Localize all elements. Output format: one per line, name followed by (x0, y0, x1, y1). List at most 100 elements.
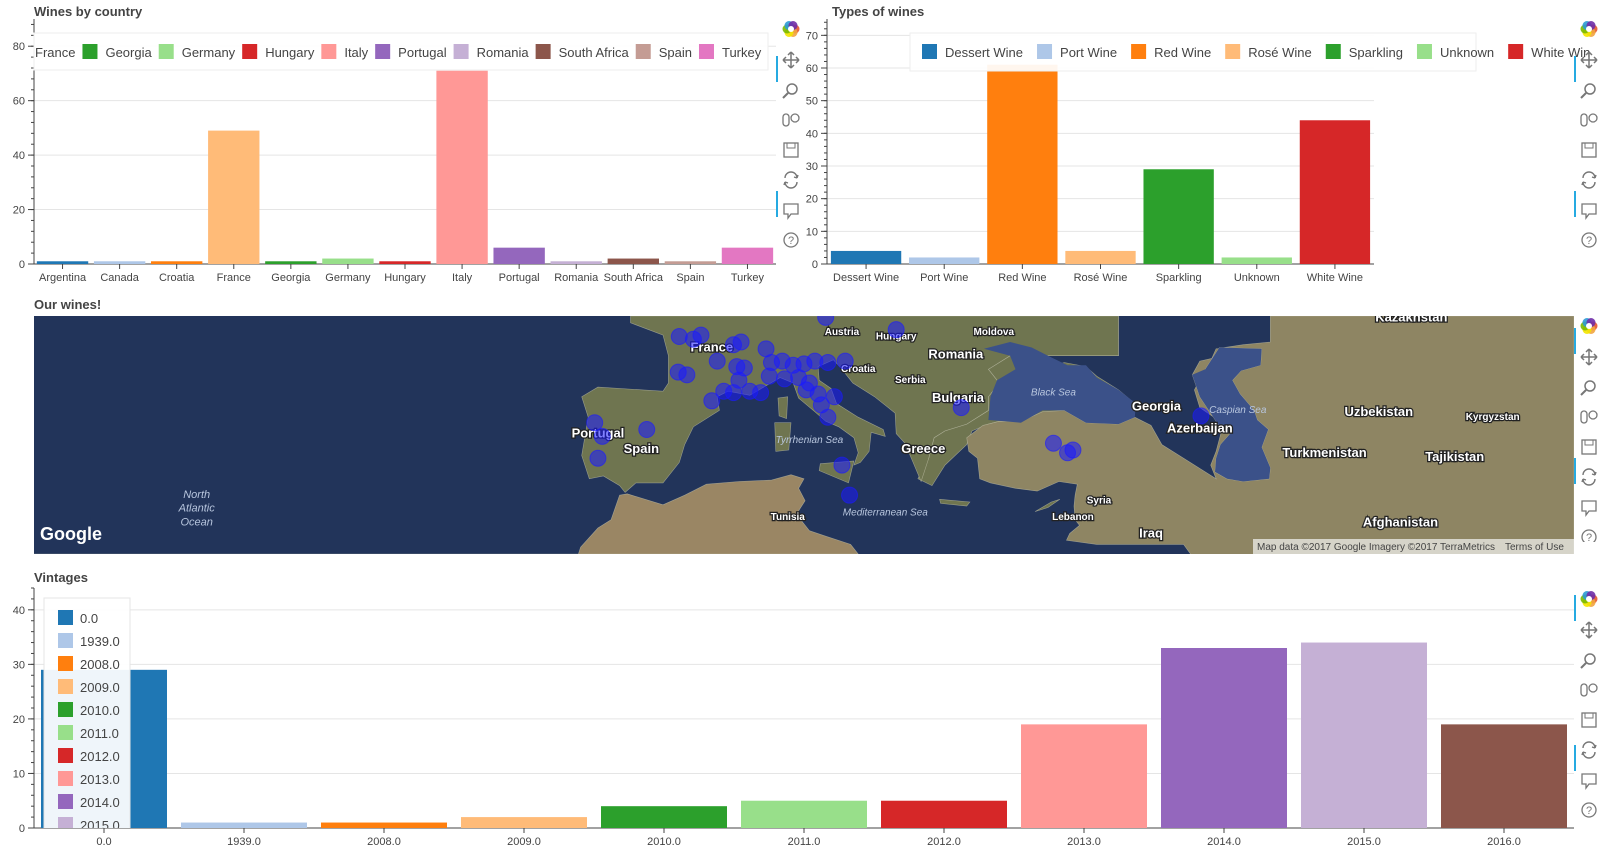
reset-icon[interactable] (1581, 741, 1597, 759)
map-wine-point[interactable] (833, 456, 851, 474)
map-wine-point[interactable] (589, 449, 607, 467)
map-wine-point[interactable] (819, 408, 837, 426)
vintage-legend-label: 2012.0 (80, 749, 120, 764)
reset-icon[interactable] (1581, 468, 1597, 486)
save-icon[interactable] (783, 142, 799, 158)
map-wine-point[interactable] (703, 392, 721, 410)
type-ytick-label: 50 (806, 96, 818, 108)
map-wine-point[interactable] (725, 384, 743, 402)
save-icon[interactable] (1581, 712, 1597, 728)
country-bar (664, 261, 717, 264)
map-place-label: Tyrrhenian Sea (776, 435, 844, 446)
country-bar (379, 261, 431, 264)
type-ytick-label: 10 (806, 226, 818, 238)
zoom-icon[interactable] (1580, 653, 1596, 669)
map-place-label: Tajikistan (1425, 449, 1484, 464)
type-xtick-label: White Wine (1307, 272, 1363, 284)
map-wine-point[interactable] (836, 352, 854, 370)
vintage-bar (601, 806, 727, 828)
vintages-toolbar: ? (1574, 591, 1598, 818)
pan-icon[interactable] (1580, 348, 1598, 366)
country-bar (36, 261, 89, 264)
map-title: Our wines! (34, 297, 102, 312)
vintage-xtick-label: 2015.0 (1347, 836, 1381, 848)
wheel-zoom-icon[interactable] (1580, 113, 1598, 127)
hover-icon[interactable] (1581, 500, 1597, 517)
vintage-bar (1021, 724, 1147, 828)
hover-icon[interactable] (1581, 773, 1597, 790)
wine-map[interactable]: AustriaHungaryMoldovaKazakhstanFranceCro… (34, 316, 1574, 554)
zoom-icon[interactable] (1580, 380, 1596, 396)
type-xtick-label: Dessert Wine (833, 272, 899, 284)
country-legend-swatch (321, 44, 337, 59)
country-legend-label: Hungary (265, 45, 315, 60)
country-legend-label: South Africa (559, 45, 630, 60)
map-wine-point[interactable] (1192, 407, 1210, 425)
help-icon[interactable]: ? (1581, 802, 1597, 818)
map-wine-point[interactable] (819, 354, 837, 372)
pan-icon[interactable] (782, 51, 800, 69)
wheel-zoom-icon[interactable] (1580, 410, 1598, 424)
map-wine-point[interactable] (797, 381, 815, 399)
pan-icon[interactable] (1580, 51, 1598, 69)
map-wine-point[interactable] (670, 328, 688, 346)
pan-icon[interactable] (1580, 621, 1598, 639)
zoom-icon[interactable] (782, 83, 798, 99)
save-icon[interactable] (1581, 142, 1597, 158)
map-wine-point[interactable] (775, 370, 793, 388)
map-wine-point[interactable] (732, 333, 750, 351)
wheel-zoom-icon[interactable] (1580, 683, 1598, 697)
type-legend-label: Rosé Wine (1248, 45, 1312, 60)
country-legend-label: Romania (477, 45, 530, 60)
vintage-ytick-label: 30 (13, 659, 25, 671)
vintage-legend-label: 2009.0 (80, 680, 120, 695)
map-place-label: North (183, 489, 210, 501)
map-wine-point[interactable] (1044, 434, 1062, 452)
map-wine-point[interactable] (708, 352, 726, 370)
active-tool-marker (1574, 328, 1576, 354)
help-icon[interactable]: ? (1581, 232, 1597, 248)
wheel-zoom-icon[interactable] (782, 113, 800, 127)
reset-icon[interactable] (783, 171, 799, 189)
help-icon[interactable]: ? (1581, 529, 1597, 542)
country-ytick-label: 0 (19, 259, 25, 271)
map-wine-point[interactable] (638, 421, 656, 439)
map-wine-point[interactable] (1059, 444, 1077, 462)
map-wine-point[interactable] (952, 399, 970, 417)
vintage-xtick-label: 2014.0 (1207, 836, 1241, 848)
map-landmass (777, 396, 789, 420)
map-wine-point[interactable] (593, 427, 611, 445)
map-wine-point[interactable] (752, 384, 770, 402)
map-wine-point[interactable] (887, 321, 905, 339)
hover-icon[interactable] (783, 203, 799, 220)
type-xtick-label: Red Wine (998, 272, 1046, 284)
map-wine-point[interactable] (678, 366, 696, 384)
bokeh-logo-icon (782, 21, 800, 37)
zoom-icon[interactable] (1580, 83, 1596, 99)
country-bar (550, 261, 602, 264)
vintage-legend-label: 2008.0 (80, 657, 120, 672)
country-legend-label: Georgia (105, 45, 152, 60)
map-place-label: Caspian Sea (1209, 405, 1267, 416)
save-icon[interactable] (1581, 439, 1597, 455)
map-wine-point[interactable] (692, 326, 710, 344)
vintage-xtick-label: 2011.0 (788, 836, 821, 848)
vintage-bar (741, 800, 867, 828)
hover-icon[interactable] (1581, 203, 1597, 220)
vintage-legend-swatch (58, 679, 73, 694)
vintage-xtick-label: 0.0 (96, 836, 111, 848)
vintage-bar (1301, 642, 1427, 828)
reset-icon[interactable] (1581, 171, 1597, 189)
type-ytick-label: 20 (806, 194, 818, 206)
svg-text:?: ? (1586, 805, 1592, 817)
vintage-legend-label: 2014.0 (80, 795, 120, 810)
type-legend-swatch (1325, 44, 1341, 59)
vintage-bar (181, 822, 307, 828)
map-wine-point[interactable] (841, 486, 859, 504)
help-icon[interactable]: ? (783, 232, 799, 248)
type-legend-swatch (1131, 44, 1147, 59)
vintage-legend-label: 2010.0 (80, 703, 120, 718)
map-wine-point[interactable] (760, 367, 778, 385)
map-place-label: Moldova (974, 327, 1015, 338)
vintage-xtick-label: 2016.0 (1487, 836, 1521, 848)
